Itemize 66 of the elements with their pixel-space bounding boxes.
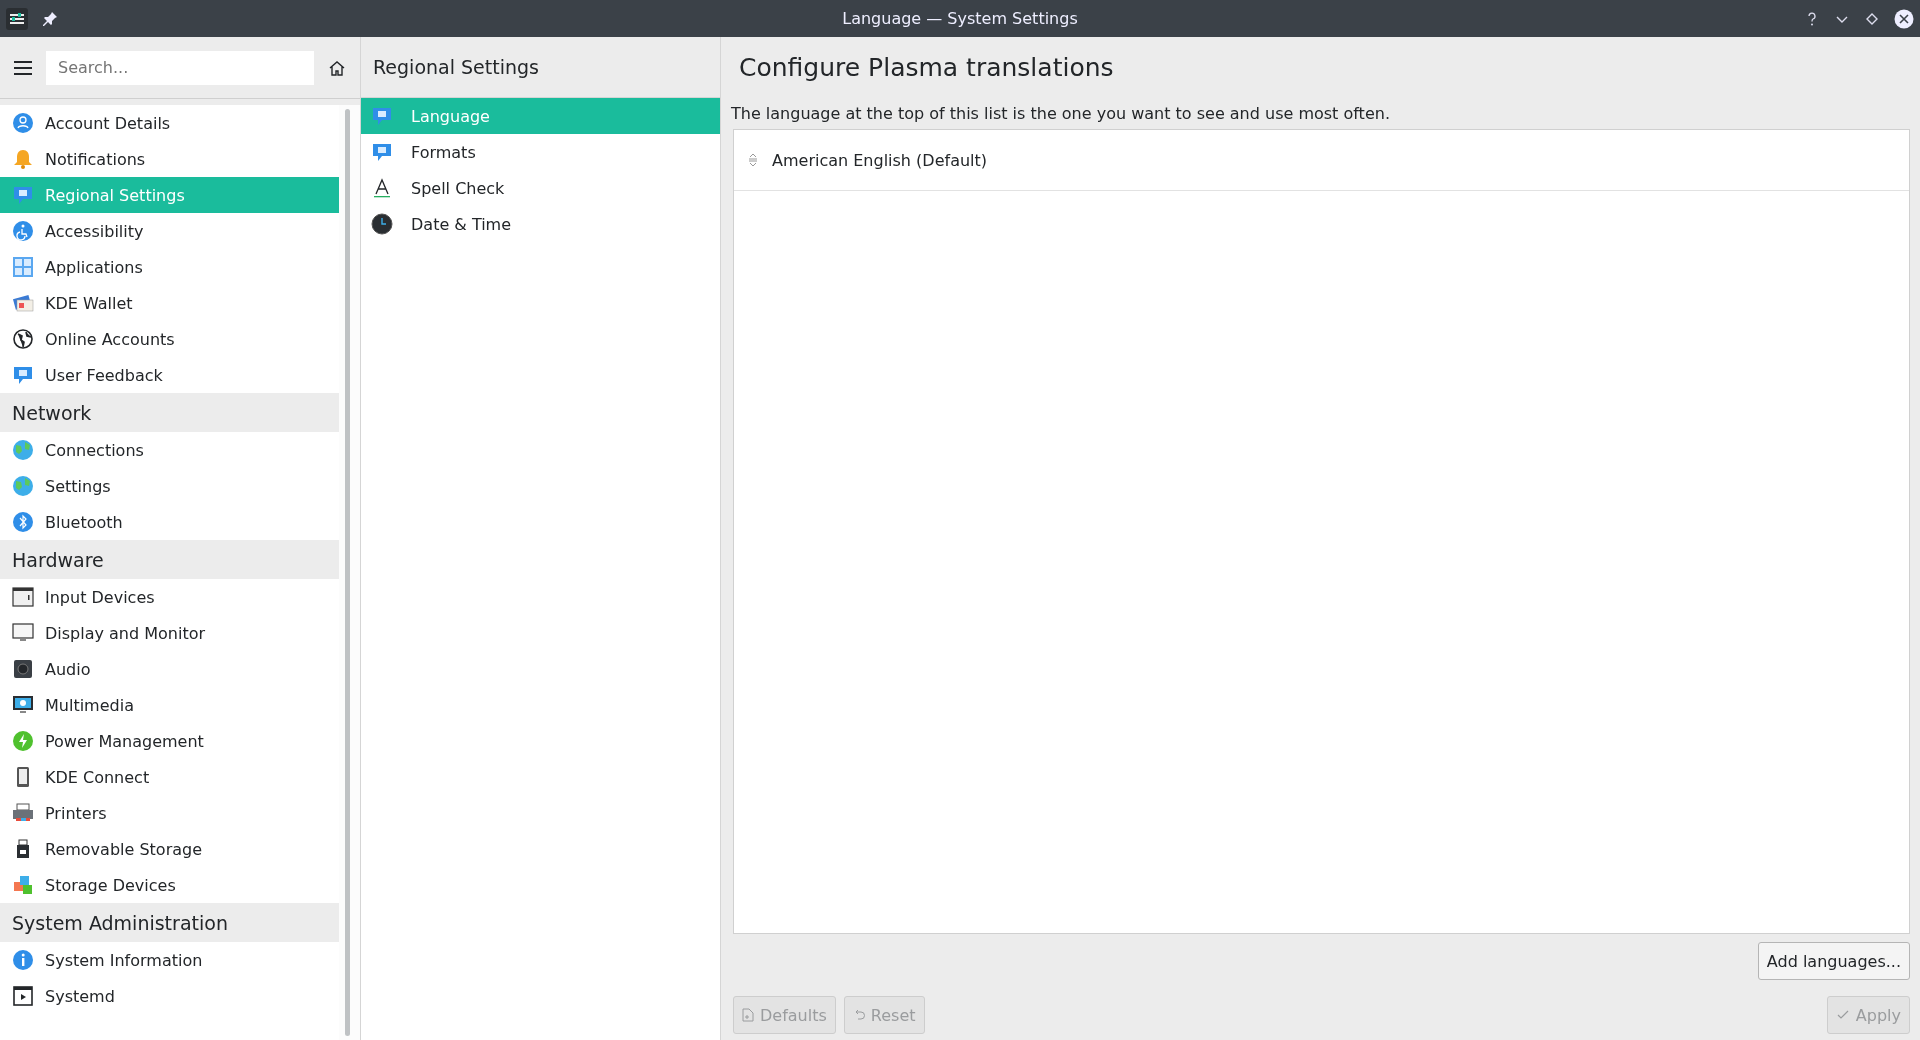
sidebar-item[interactable]: User Feedback bbox=[0, 357, 339, 393]
accessibility-icon bbox=[12, 220, 34, 242]
sidebar-item[interactable]: Printers bbox=[0, 795, 339, 831]
sidebar-item[interactable]: Audio bbox=[0, 651, 339, 687]
sidebar-item[interactable]: Display and Monitor bbox=[0, 615, 339, 651]
sidebar-item[interactable]: Settings bbox=[0, 468, 339, 504]
add-languages-button[interactable]: Add languages... bbox=[1757, 942, 1910, 980]
bluetooth-icon bbox=[12, 511, 34, 533]
speech-bubble-icon bbox=[12, 364, 34, 386]
speech-bubble-icon bbox=[12, 184, 34, 206]
speaker-icon bbox=[12, 658, 34, 680]
subpanel-item[interactable]: Date & Time bbox=[361, 206, 720, 242]
list-entry[interactable]: American English (Default) bbox=[772, 150, 988, 170]
terminal-icon bbox=[12, 985, 34, 1007]
sidebar-item[interactable]: Multimedia bbox=[0, 687, 339, 723]
page-heading: Configure Plasma translations bbox=[738, 52, 1115, 84]
speech-bubble-icon bbox=[371, 105, 393, 127]
sidebar-item[interactable]: KDE Wallet bbox=[0, 285, 339, 321]
sidebar-item[interactable]: Storage Devices bbox=[0, 867, 339, 903]
sidebar-item[interactable]: Systemd bbox=[0, 978, 339, 1014]
document-icon bbox=[742, 1008, 754, 1022]
globe-icon bbox=[12, 328, 34, 350]
close-icon[interactable] bbox=[1894, 8, 1914, 29]
info-icon bbox=[12, 949, 34, 971]
pin-icon[interactable] bbox=[42, 10, 58, 27]
wallet-icon bbox=[12, 292, 34, 314]
clock-icon bbox=[371, 213, 393, 235]
power-icon bbox=[12, 730, 34, 752]
category-header: Hardware bbox=[0, 540, 339, 579]
globe-icon bbox=[12, 475, 34, 497]
drag-handle-icon[interactable] bbox=[748, 153, 758, 167]
window-icon bbox=[12, 586, 34, 608]
sidebar-item[interactable]: KDE Connect bbox=[0, 759, 339, 795]
menu-icon[interactable] bbox=[14, 60, 32, 75]
app-icon[interactable] bbox=[6, 7, 28, 30]
grid-icon bbox=[12, 256, 34, 278]
letter-icon bbox=[371, 177, 393, 199]
sidebar-item[interactable]: Power Management bbox=[0, 723, 339, 759]
globe-icon bbox=[12, 439, 34, 461]
search-field[interactable]: Search... bbox=[46, 50, 314, 85]
category-header: Network bbox=[0, 393, 339, 432]
person-icon bbox=[12, 112, 34, 134]
sidebar-item[interactable]: Notifications bbox=[0, 141, 339, 177]
monitor-icon bbox=[12, 622, 34, 644]
sidebar-item[interactable]: Connections bbox=[0, 432, 339, 468]
printer-icon bbox=[12, 802, 34, 824]
description-text: The language at the top of this list is the one you want to see and use most often. bbox=[731, 103, 1391, 125]
sidebar-item[interactable]: Bluetooth bbox=[0, 504, 339, 540]
sidebar-item[interactable]: Account Details bbox=[0, 105, 339, 141]
sidebar-item[interactable]: System Information bbox=[0, 942, 339, 978]
scrollbar[interactable] bbox=[339, 105, 360, 1040]
sidebar-item[interactable]: Online Accounts bbox=[0, 321, 339, 357]
window-title: Language — System Settings bbox=[841, 9, 1079, 28]
bell-icon bbox=[12, 148, 34, 170]
subpanel-item[interactable]: Spell Check bbox=[361, 170, 720, 206]
sidebar-item[interactable]: Input Devices bbox=[0, 579, 339, 615]
monitor-icon bbox=[12, 694, 34, 716]
sidebar-item[interactable]: Removable Storage bbox=[0, 831, 339, 867]
subpanel-item[interactable]: Formats bbox=[361, 134, 720, 170]
sidebar-item[interactable]: Applications bbox=[0, 249, 339, 285]
sidebar-item[interactable]: Accessibility bbox=[0, 213, 339, 249]
panel-title: Regional Settings bbox=[361, 37, 720, 98]
home-icon[interactable] bbox=[328, 58, 346, 77]
speech-bubble-icon bbox=[371, 141, 393, 163]
category-header: System Administration bbox=[0, 903, 339, 942]
cubes-icon bbox=[12, 874, 34, 896]
